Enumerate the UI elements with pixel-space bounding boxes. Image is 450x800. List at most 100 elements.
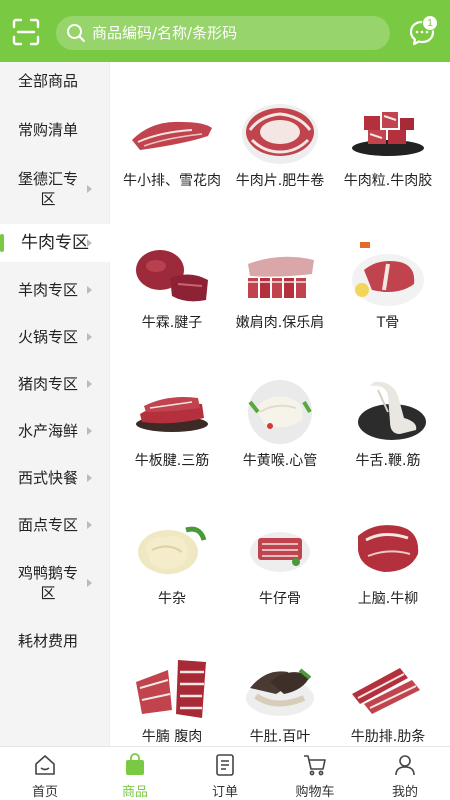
- product-card[interactable]: 牛杂: [122, 490, 222, 630]
- product-card[interactable]: 牛黄喉.心管: [230, 352, 330, 492]
- user-icon: [393, 753, 417, 777]
- bottom-tab-bar: 首页 商品 订单 购物车 我的: [0, 746, 450, 800]
- product-image: [338, 510, 438, 590]
- product-image: [230, 92, 330, 172]
- product-name: T骨: [376, 315, 400, 331]
- product-image: [338, 372, 438, 452]
- tab-products[interactable]: 商品: [90, 747, 180, 800]
- product-image: [338, 648, 438, 728]
- sidebar-item-label: 常购清单: [17, 121, 78, 139]
- product-card[interactable]: 牛肋排.肋条: [338, 628, 438, 746]
- sidebar-item-hotpot[interactable]: 火锅专区: [0, 317, 96, 357]
- product-name: 牛肉粒.牛肉胶: [343, 173, 433, 189]
- tab-label: 商品: [121, 785, 148, 800]
- chevron-right-icon: [87, 333, 92, 341]
- sidebar-item-label: 羊肉专区: [17, 281, 78, 299]
- sidebar-item-label: 火锅专区: [17, 328, 78, 346]
- sidebar-item-label: 耗材费用: [17, 632, 78, 650]
- product-name: 牛黄喉.心管: [242, 453, 318, 469]
- product-card[interactable]: 牛肉粒.牛肉胶: [338, 72, 438, 212]
- sidebar-item-poultry[interactable]: 鸡鸭鹅专区: [0, 552, 96, 614]
- sidebar-item-label: 西式快餐: [17, 469, 78, 487]
- product-name: 嫩肩肉.保乐肩: [235, 315, 325, 331]
- tab-cart[interactable]: 购物车: [270, 747, 360, 800]
- sidebar-item-label: 鸡鸭鹅专区: [17, 564, 78, 602]
- search-bar[interactable]: [56, 16, 390, 50]
- product-image: [230, 648, 330, 728]
- product-card[interactable]: 牛小排、雪花肉: [122, 72, 222, 212]
- product-name: 牛舌.鞭.筋: [355, 453, 421, 469]
- product-card[interactable]: 牛舌.鞭.筋: [338, 352, 438, 492]
- product-name: 上脑.牛柳: [357, 591, 419, 607]
- cart-icon: [303, 753, 327, 777]
- product-card[interactable]: 牛霖.腱子: [122, 214, 222, 354]
- sidebar-item-lamb[interactable]: 羊肉专区: [0, 270, 96, 310]
- sidebar-item-all[interactable]: 全部商品: [0, 62, 96, 100]
- tab-mine[interactable]: 我的: [360, 747, 450, 800]
- sidebar-item-label: 面点专区: [17, 516, 78, 534]
- sidebar-item-label: 堡德汇专区: [17, 170, 78, 208]
- product-name: 牛板腱.三筋: [134, 453, 210, 469]
- chevron-right-icon: [87, 185, 92, 193]
- sidebar-item-pork[interactable]: 猪肉专区: [0, 364, 96, 404]
- tab-label: 购物车: [295, 785, 335, 800]
- chevron-right-icon: [87, 380, 92, 388]
- chevron-right-icon: [87, 239, 92, 247]
- product-name: 牛肋排.肋条: [350, 729, 426, 745]
- chevron-right-icon: [87, 521, 92, 529]
- product-card[interactable]: 牛肉片.肥牛卷: [230, 72, 330, 212]
- sidebar-item-western[interactable]: 西式快餐: [0, 458, 96, 498]
- product-image: [230, 510, 330, 590]
- product-card[interactable]: 牛板腱.三筋: [122, 352, 222, 492]
- product-card[interactable]: T骨: [338, 214, 438, 354]
- sidebar-item-label: 猪肉专区: [17, 375, 78, 393]
- product-image: [122, 648, 222, 728]
- tab-label: 首页: [31, 785, 58, 800]
- search-input[interactable]: [92, 16, 382, 50]
- product-card[interactable]: 牛肚.百叶: [230, 628, 330, 746]
- product-image: [230, 372, 330, 452]
- sidebar-item-seafood[interactable]: 水产海鲜: [0, 411, 96, 451]
- message-badge: 1: [422, 15, 438, 31]
- active-indicator: [0, 234, 4, 252]
- product-card[interactable]: 上脑.牛柳: [338, 490, 438, 630]
- top-header: 1: [0, 0, 450, 62]
- product-card[interactable]: 嫩肩肉.保乐肩: [230, 214, 330, 354]
- tab-home[interactable]: 首页: [0, 747, 90, 800]
- sidebar-item-label: 全部商品: [17, 72, 78, 90]
- product-name: 牛仔骨: [259, 591, 301, 607]
- product-image: [122, 92, 222, 172]
- search-icon: [66, 23, 86, 43]
- product-name: 牛小排、雪花肉: [123, 173, 221, 189]
- product-name: 牛肉片.肥牛卷: [235, 173, 325, 189]
- tab-orders[interactable]: 订单: [180, 747, 270, 800]
- product-image: [338, 92, 438, 172]
- chevron-right-icon: [87, 474, 92, 482]
- scan-icon[interactable]: [12, 18, 40, 46]
- chevron-right-icon: [87, 286, 92, 294]
- product-image: [122, 510, 222, 590]
- product-card[interactable]: 牛腩 腹肉: [122, 628, 222, 746]
- product-image: [122, 372, 222, 452]
- home-icon: [33, 753, 57, 777]
- product-name: 牛肚.百叶: [249, 729, 311, 745]
- shopping-bag-icon: [123, 753, 147, 777]
- sidebar-item-label: 牛肉专区: [21, 233, 89, 253]
- chevron-right-icon: [87, 579, 92, 587]
- sidebar-item-baodehui[interactable]: 堡德汇专区: [0, 158, 96, 220]
- category-sidebar: 全部商品 常购清单 堡德汇专区 牛肉专区 羊肉专区 火锅专区 猪肉专区 水产海鲜…: [0, 62, 110, 746]
- chevron-right-icon: [87, 427, 92, 435]
- sidebar-item-frequent[interactable]: 常购清单: [0, 106, 96, 154]
- product-card[interactable]: 牛仔骨: [230, 490, 330, 630]
- product-name: 牛霖.腱子: [141, 315, 203, 331]
- product-image: [338, 234, 438, 314]
- sidebar-item-beef[interactable]: 牛肉专区: [0, 224, 110, 262]
- tab-label: 我的: [391, 785, 418, 800]
- product-name: 牛腩 腹肉: [141, 729, 203, 745]
- sidebar-item-pastry[interactable]: 面点专区: [0, 505, 96, 545]
- order-list-icon: [213, 753, 237, 777]
- tab-label: 订单: [211, 785, 238, 800]
- sidebar-item-supplies[interactable]: 耗材费用: [0, 622, 96, 660]
- product-image: [122, 234, 222, 314]
- product-image: [230, 234, 330, 314]
